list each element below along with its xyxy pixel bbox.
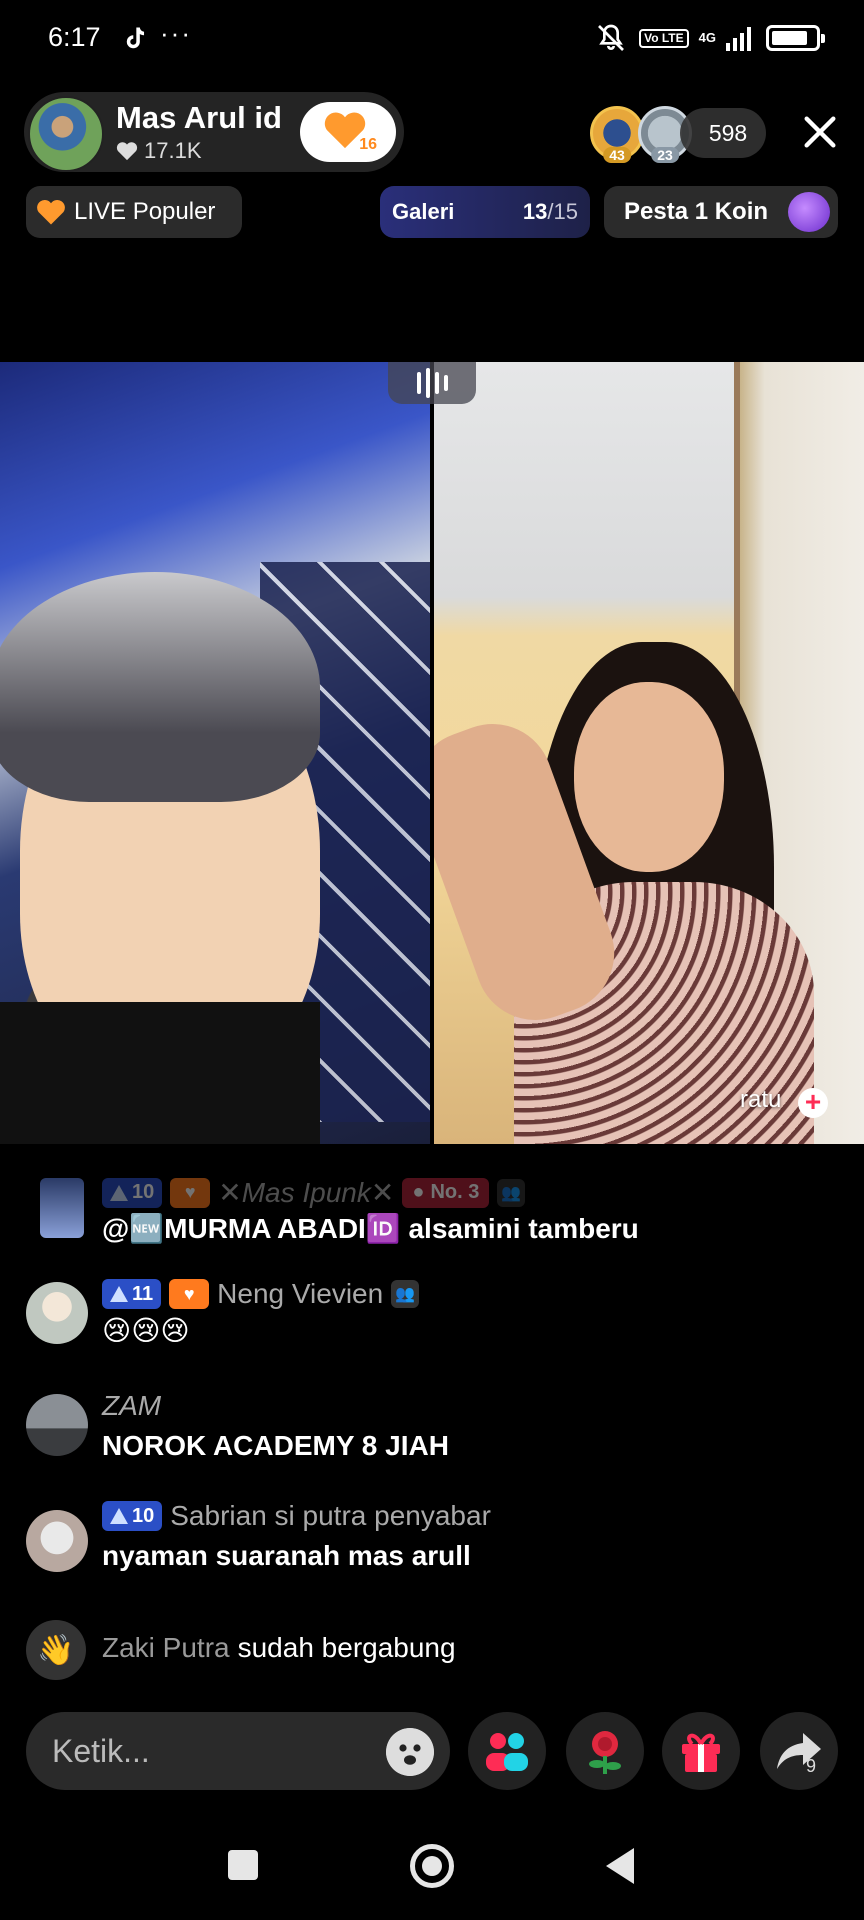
wave-hand-icon: 👋 — [26, 1620, 86, 1680]
host-name[interactable]: Mas Arul id — [116, 100, 282, 136]
multi-guest-icon — [486, 1733, 528, 1771]
status-icons: Vo LTE 4G — [593, 22, 825, 54]
host-likes-count: 17.1K — [144, 138, 202, 163]
chat-username[interactable]: Sabrian si putra penyabar — [170, 1500, 491, 1532]
back-button[interactable] — [606, 1848, 634, 1884]
chat-text: nyaman suaranah mas arull — [102, 1540, 471, 1571]
coin-party-label: Pesta 1 Koin — [624, 198, 769, 225]
emoji-icon[interactable] — [386, 1728, 434, 1776]
status-more-icon: ··· — [160, 18, 192, 48]
battery-icon — [766, 25, 825, 51]
level-badge: 10 — [102, 1177, 163, 1208]
chat-avatar[interactable] — [26, 1282, 88, 1344]
chat-text: NOROK ACADEMY 8 JIAH — [102, 1430, 449, 1461]
layout-toggle-handle[interactable] — [388, 362, 476, 404]
gallery-label: Galeri — [392, 199, 455, 224]
person-icon: 👥 — [391, 1280, 420, 1308]
heart-icon — [116, 142, 138, 161]
gallery-count: 13/15 — [522, 199, 578, 224]
recent-apps-button[interactable] — [228, 1850, 258, 1880]
home-button[interactable] — [410, 1844, 454, 1888]
mute-icon — [598, 24, 625, 51]
fan-club-icon: ♥ — [170, 1177, 211, 1208]
gift-icon — [682, 1733, 720, 1772]
tiktok-icon — [126, 27, 145, 49]
guest-name[interactable]: ratu — [740, 1086, 781, 1114]
top-viewer-avatar[interactable]: 43 — [590, 106, 644, 163]
join-text: sudah bergabung — [237, 1632, 456, 1663]
volte-badge: Vo LTE — [639, 28, 689, 48]
share-count: 9 — [806, 1756, 817, 1776]
live-popular-label: LIVE Populer — [74, 198, 216, 225]
top-viewer-rank: 23 — [651, 147, 679, 163]
fan-badge: 16 — [323, 110, 377, 154]
network-type: 4G — [698, 30, 716, 45]
host-video[interactable] — [0, 362, 430, 1144]
viewer-count[interactable]: 598 — [680, 108, 766, 158]
rose-icon — [589, 1731, 621, 1774]
level-badge: 11 — [102, 1279, 162, 1309]
rank-badge: ● No. 3 — [402, 1177, 490, 1208]
host-likes: 17.1K — [116, 138, 202, 164]
chat-avatar[interactable] — [40, 1178, 84, 1238]
signal-icon — [726, 27, 751, 51]
fan-club-icon: ♥ — [169, 1279, 210, 1309]
guest-video[interactable] — [434, 362, 864, 1144]
level-badge: 10 — [102, 1501, 163, 1531]
gallery-badge[interactable]: Galeri 13/15 — [380, 186, 590, 238]
chat-text: @🆕MURMA ABADI🆔 alsamini tamberu — [102, 1213, 639, 1244]
person-icon: 👥 — [497, 1178, 526, 1207]
share-button[interactable] — [760, 1712, 838, 1790]
fan-club-button[interactable]: 16 — [300, 102, 396, 162]
gift-button[interactable] — [662, 1712, 740, 1790]
rose-gift-button[interactable] — [566, 1712, 644, 1790]
multi-guest-button[interactable] — [468, 1712, 546, 1790]
follow-guest-button[interactable]: + — [798, 1088, 828, 1118]
status-bar: 6:17 ··· Vo LTE 4G — [0, 0, 864, 80]
fan-level: 16 — [359, 136, 377, 153]
coin-party-badge[interactable]: Pesta 1 Koin — [604, 186, 838, 238]
chat-avatar[interactable] — [26, 1510, 88, 1572]
comment-input[interactable] — [52, 1712, 372, 1790]
chat-username[interactable]: Neng Vievien — [217, 1278, 383, 1310]
chat-username[interactable]: Zaki Putra — [102, 1632, 230, 1664]
status-time: 6:17 — [48, 22, 101, 52]
system-nav-bar — [0, 1820, 864, 1920]
chat-text: 😢😢😢 — [102, 1314, 190, 1347]
top-viewer-rank: 43 — [603, 147, 631, 163]
host-avatar[interactable] — [28, 96, 104, 172]
close-icon[interactable] — [800, 112, 840, 152]
live-popular-badge[interactable]: LIVE Populer — [26, 186, 242, 238]
party-icon — [788, 192, 830, 232]
battery-level — [772, 31, 807, 45]
fire-heart-icon — [37, 199, 65, 225]
chat-avatar[interactable] — [26, 1394, 88, 1456]
chat-username[interactable]: ✕Mas Ipunk✕ — [218, 1176, 394, 1209]
chat-username[interactable]: ZAM — [102, 1390, 161, 1422]
